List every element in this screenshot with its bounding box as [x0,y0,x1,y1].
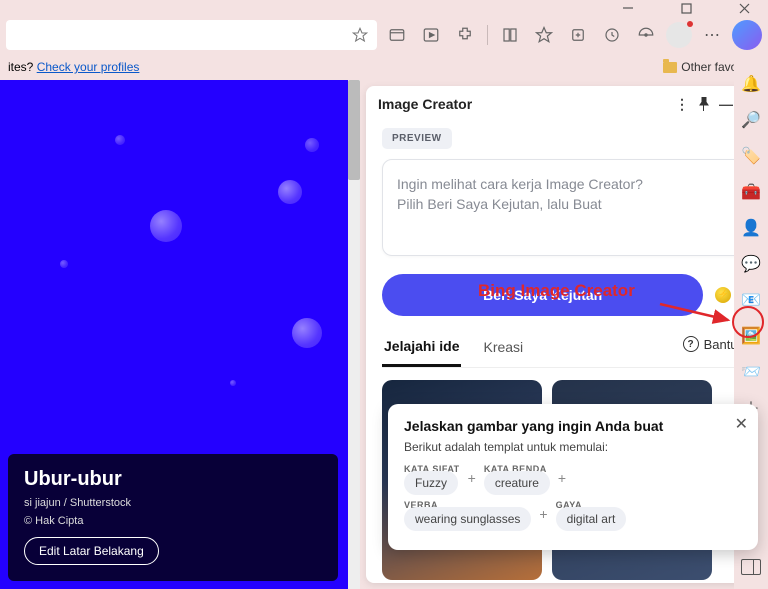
close-button[interactable] [728,1,760,15]
prompt-input[interactable]: Ingin melihat cara kerja Image Creator? … [382,159,752,256]
more-menu-icon[interactable]: ⋯ [698,21,726,49]
panel-more-icon[interactable]: ⋮ [674,96,690,112]
plus-icon: + [539,506,547,522]
wallpaper-credit: si jiajun / Shutterstock [24,497,322,509]
wallpaper-copyright: © Hak Cipta [24,515,322,527]
prompt-placeholder-line: Pilih Beri Saya Kejutan, lalu Buat [397,194,737,214]
maximize-button[interactable] [670,1,702,15]
folder-icon [663,62,677,73]
chat-icon[interactable]: 💬 [741,254,761,274]
plus-icon: + [558,470,566,486]
particle [115,135,125,145]
favorites-icon[interactable] [530,21,558,49]
help-icon: ? [683,336,699,352]
panel-header: Image Creator ⋮ — ✕ [366,86,768,122]
window-controls [0,0,768,16]
profile-avatar[interactable] [666,22,692,48]
panel-title: Image Creator [378,96,472,112]
import-prompt: ites? Check your profiles [8,60,139,74]
tag-adjective[interactable]: Fuzzy [404,471,458,495]
search-icon[interactable]: 🔎 [741,110,761,130]
play-icon[interactable] [417,21,445,49]
performance-icon[interactable] [632,21,660,49]
annotation-circle [732,306,764,338]
toolbox-icon[interactable]: 🧰 [741,182,761,202]
tab-explore[interactable]: Jelajahi ide [382,330,461,367]
idea-gallery: ✕ Jelaskan gambar yang ingin Anda buat B… [382,380,752,580]
split-screen-icon[interactable] [741,559,761,575]
wallpaper-info-overlay: Ubur-ubur si jiajun / Shutterstock © Hak… [8,454,338,581]
wallet-icon[interactable] [383,21,411,49]
minimize-button[interactable] [612,1,644,15]
history-icon[interactable] [598,21,626,49]
popup-title: Jelaskan gambar yang ingin Anda buat [404,418,742,434]
notifications-icon[interactable]: 🔔 [741,74,761,94]
scrollbar-thumb[interactable] [348,80,360,180]
annotation-arrow [660,302,740,337]
coin-icon: ⚡ [715,287,731,303]
particle [150,210,182,242]
main-content: Ubur-ubur si jiajun / Shutterstock © Hak… [0,80,768,589]
tag-noun[interactable]: creature [484,471,550,495]
address-bar[interactable] [6,20,377,50]
preview-badge: PREVIEW [382,128,452,149]
shopping-tag-icon[interactable]: 🏷️ [741,146,761,166]
people-icon[interactable]: 👤 [741,218,761,238]
collections-icon[interactable] [564,21,592,49]
panel-minimize-icon[interactable]: — [718,96,734,112]
wallpaper-area: Ubur-ubur si jiajun / Shutterstock © Hak… [0,80,360,589]
check-profiles-link[interactable]: Check your profiles [37,60,140,74]
tab-creations[interactable]: Kreasi [481,331,525,365]
panel-pin-icon[interactable] [696,96,712,112]
particle [305,138,319,152]
plus-icon: + [468,470,476,486]
drop-icon[interactable]: 📨 [741,362,761,382]
prompt-placeholder-line: Ingin melihat cara kerja Image Creator? [397,174,737,194]
particle [60,260,68,268]
browser-toolbar: ⋯ [0,16,768,54]
tag-style[interactable]: digital art [556,507,627,531]
template-popup: ✕ Jelaskan gambar yang ingin Anda buat B… [388,404,758,550]
wallpaper-title: Ubur-ubur [24,468,322,491]
divider [487,25,488,45]
edit-background-button[interactable]: Edit Latar Belakang [24,537,159,565]
copilot-icon[interactable] [732,20,762,50]
popup-close-icon[interactable]: ✕ [735,414,748,434]
panel-body: PREVIEW Ingin melihat cara kerja Image C… [366,122,768,583]
reading-list-icon[interactable] [496,21,524,49]
particle [278,180,302,204]
particle [230,380,236,386]
annotation-label: Bing Image Creator [478,281,635,301]
particle [292,318,322,348]
tag-verb[interactable]: wearing sunglasses [404,507,531,531]
favorites-bar: ites? Check your profiles Other favorite… [0,54,768,80]
popup-subtitle: Berikut adalah templat untuk memulai: [404,440,742,454]
favorite-star-icon[interactable] [351,26,369,44]
extensions-icon[interactable] [451,21,479,49]
